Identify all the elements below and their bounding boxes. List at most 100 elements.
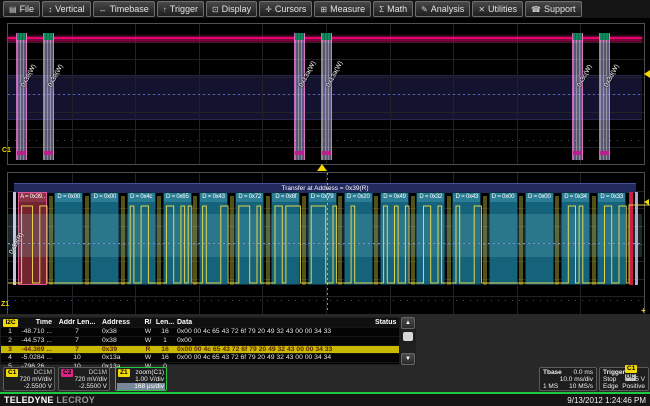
tbase-delay: 0.0 ms bbox=[573, 369, 593, 376]
menu-item-label: Utilities bbox=[488, 4, 517, 14]
burst-cap bbox=[17, 33, 26, 40]
zoom-minor-gridline-dots bbox=[8, 300, 642, 301]
footer-bar: TELEDYNE LECROY 9/13/2012 1:24:46 PM bbox=[0, 394, 650, 406]
c1-offset: -2.5500 V bbox=[6, 383, 52, 390]
trigger-mode: Stop bbox=[603, 376, 616, 383]
c1-chip: C1 bbox=[6, 369, 18, 377]
trigger-icon: ↑ bbox=[163, 5, 167, 14]
menu-item-label: Measure bbox=[330, 4, 365, 14]
table-cell: 0x38 bbox=[97, 328, 141, 336]
table-cell: 0x38 bbox=[97, 337, 141, 345]
timebase-icon: ↔ bbox=[99, 5, 107, 14]
trigger-box[interactable]: Trigger C1 DC Stop 3.05 V Edge Positive bbox=[599, 367, 649, 391]
table-header-cell: I2C bbox=[1, 319, 19, 327]
trigger-level-marker[interactable] bbox=[644, 70, 650, 78]
table-row[interactable]: 1-48.710 ...70x38W160x00 00 4c 65 43 72 … bbox=[1, 327, 399, 336]
scroll-down-button[interactable]: ▼ bbox=[401, 353, 415, 365]
decode-box-label: D = 0x79 bbox=[309, 193, 336, 202]
tbase-rate: 10 MS/s bbox=[569, 383, 593, 390]
table-cell: W bbox=[141, 354, 155, 362]
menu-item-analysis[interactable]: ✎Analysis bbox=[415, 1, 470, 17]
menu-item-label: Analysis bbox=[431, 4, 465, 14]
menu-item-display[interactable]: ⊡Display bbox=[206, 1, 257, 17]
decode-result-table: I2CTimeAddr Len...AddressR/Len...DataSta… bbox=[0, 317, 400, 365]
table-header-cell: Data bbox=[175, 319, 373, 327]
table-header-cell: Address bbox=[97, 319, 141, 327]
z1-title: zoom(C1) bbox=[135, 369, 164, 376]
decode-box-label: D = 0x65 bbox=[164, 193, 191, 202]
table-row[interactable]: 4-5.0284 ...100x13aW160x00 00 4c 65 43 7… bbox=[1, 353, 399, 362]
menu-item-measure[interactable]: ⊞Measure bbox=[314, 1, 371, 17]
table-row[interactable]: 3-44.369 ...70x39R160x00 00 4c 65 43 72 … bbox=[1, 345, 399, 354]
menu-item-label: Vertical bbox=[55, 4, 85, 14]
menu-item-label: Cursors bbox=[275, 4, 307, 14]
decode-box-label: D = 0x43 bbox=[453, 193, 480, 202]
table-header-cell: Status bbox=[373, 319, 399, 327]
i2c-burst: 0x38(W) bbox=[43, 33, 54, 160]
table-cell: -44.369 ... bbox=[19, 346, 57, 354]
timebase-box[interactable]: Tbase 0.0 ms 10.0 ms/div 1 MS 10 MS/s bbox=[539, 367, 597, 391]
z1-descriptor-box[interactable]: Z1 zoom(C1) 1.00 V/div 168 µs/div bbox=[115, 367, 167, 391]
tbase-scale: 10.0 ms/div bbox=[560, 376, 593, 383]
menu-item-vertical[interactable]: ↕Vertical bbox=[42, 1, 91, 17]
table-cell: -48.710 ... bbox=[19, 328, 57, 336]
brand-teledyne: TELEDYNE bbox=[4, 395, 54, 405]
menu-item-cursors[interactable]: ✛Cursors bbox=[259, 1, 312, 17]
menu-item-label: Support bbox=[544, 4, 576, 14]
brand-lecroy: LECROY bbox=[56, 395, 95, 405]
table-cell: W bbox=[141, 337, 155, 345]
menu-item-math[interactable]: ΣMath bbox=[373, 1, 413, 17]
c2-descriptor-box[interactable]: C2 DC1M 720 mV/div -2.5500 V bbox=[58, 367, 110, 391]
decode-box-label: D = 0x72 bbox=[236, 193, 263, 202]
i2c-restart-marker bbox=[635, 192, 638, 285]
menu-item-utilities[interactable]: ✕Utilities bbox=[472, 1, 523, 17]
table-cell: 0x00 00 4c 65 43 72 6f 79 20 49 32 43 00… bbox=[175, 328, 373, 336]
oscilloscope-screen: ▤File↕Vertical↔Timebase↑Trigger⊡Display✛… bbox=[0, 0, 650, 406]
burst-cap bbox=[44, 33, 53, 40]
brand-logo: TELEDYNE LECROY bbox=[4, 395, 95, 405]
zoom-trace-band bbox=[8, 214, 642, 257]
menu-item-support[interactable]: ☎Support bbox=[525, 1, 582, 17]
menu-item-label: File bbox=[20, 4, 35, 14]
c1-descriptor-box[interactable]: C1 DC1M 720 mV/div -2.5500 V bbox=[3, 367, 55, 391]
cursors-icon: ✛ bbox=[265, 5, 272, 14]
trigger-position-dashed-line bbox=[327, 173, 328, 312]
table-cell: 1 bbox=[155, 337, 175, 345]
table-cell: 0x13a bbox=[97, 354, 141, 362]
burst-cap bbox=[600, 33, 609, 40]
scroll-up-button[interactable]: ▲ bbox=[401, 317, 415, 329]
trigger-time-marker[interactable] bbox=[317, 164, 327, 171]
table-header-cell: Len... bbox=[155, 319, 175, 327]
burst-cap bbox=[322, 33, 331, 40]
decode-box-label: D = 0x34 bbox=[562, 193, 589, 202]
table-cell: 0x00 bbox=[175, 337, 373, 345]
menu-item-trigger[interactable]: ↑Trigger bbox=[157, 1, 204, 17]
table-cell: -5.0284 ... bbox=[19, 354, 57, 362]
table-cell: 4 bbox=[1, 354, 19, 362]
table-cell: 0x00 00 4c 65 43 72 6f 79 20 49 32 43 00… bbox=[175, 354, 373, 362]
burst-foot bbox=[17, 151, 26, 155]
z1-scale: 1.00 V/div bbox=[118, 376, 164, 383]
table-cell: 16 bbox=[155, 328, 175, 336]
table-header-cell: Addr Len... bbox=[57, 319, 97, 327]
trigger-level: 3.05 V bbox=[626, 376, 645, 383]
display-icon: ⊡ bbox=[212, 5, 219, 14]
trigger-type: Edge bbox=[603, 383, 618, 390]
table-cell: 16 bbox=[155, 354, 175, 362]
menu-item-file[interactable]: ▤File bbox=[3, 1, 40, 17]
menu-item-timebase[interactable]: ↔Timebase bbox=[93, 1, 155, 17]
decode-box-label: D = 0x32 bbox=[417, 193, 444, 202]
zoom-level-marker[interactable] bbox=[644, 199, 649, 205]
menu-item-label: Trigger bbox=[170, 4, 198, 14]
table-cell: 3 bbox=[1, 346, 19, 354]
utilities-icon: ✕ bbox=[478, 5, 485, 14]
table-cell: 10 bbox=[57, 354, 97, 362]
table-row[interactable]: 2-44.573 ...70x38W10x00 bbox=[1, 336, 399, 345]
c2-coupling: DC1M bbox=[89, 369, 107, 376]
table-scrollbar[interactable]: ▲ ▼ bbox=[400, 317, 416, 365]
file-icon: ▤ bbox=[9, 5, 17, 14]
scroll-thumb[interactable] bbox=[403, 332, 413, 341]
burst-foot bbox=[295, 151, 304, 155]
z1-chip: Z1 bbox=[118, 369, 130, 377]
table-cell: 7 bbox=[57, 337, 97, 345]
